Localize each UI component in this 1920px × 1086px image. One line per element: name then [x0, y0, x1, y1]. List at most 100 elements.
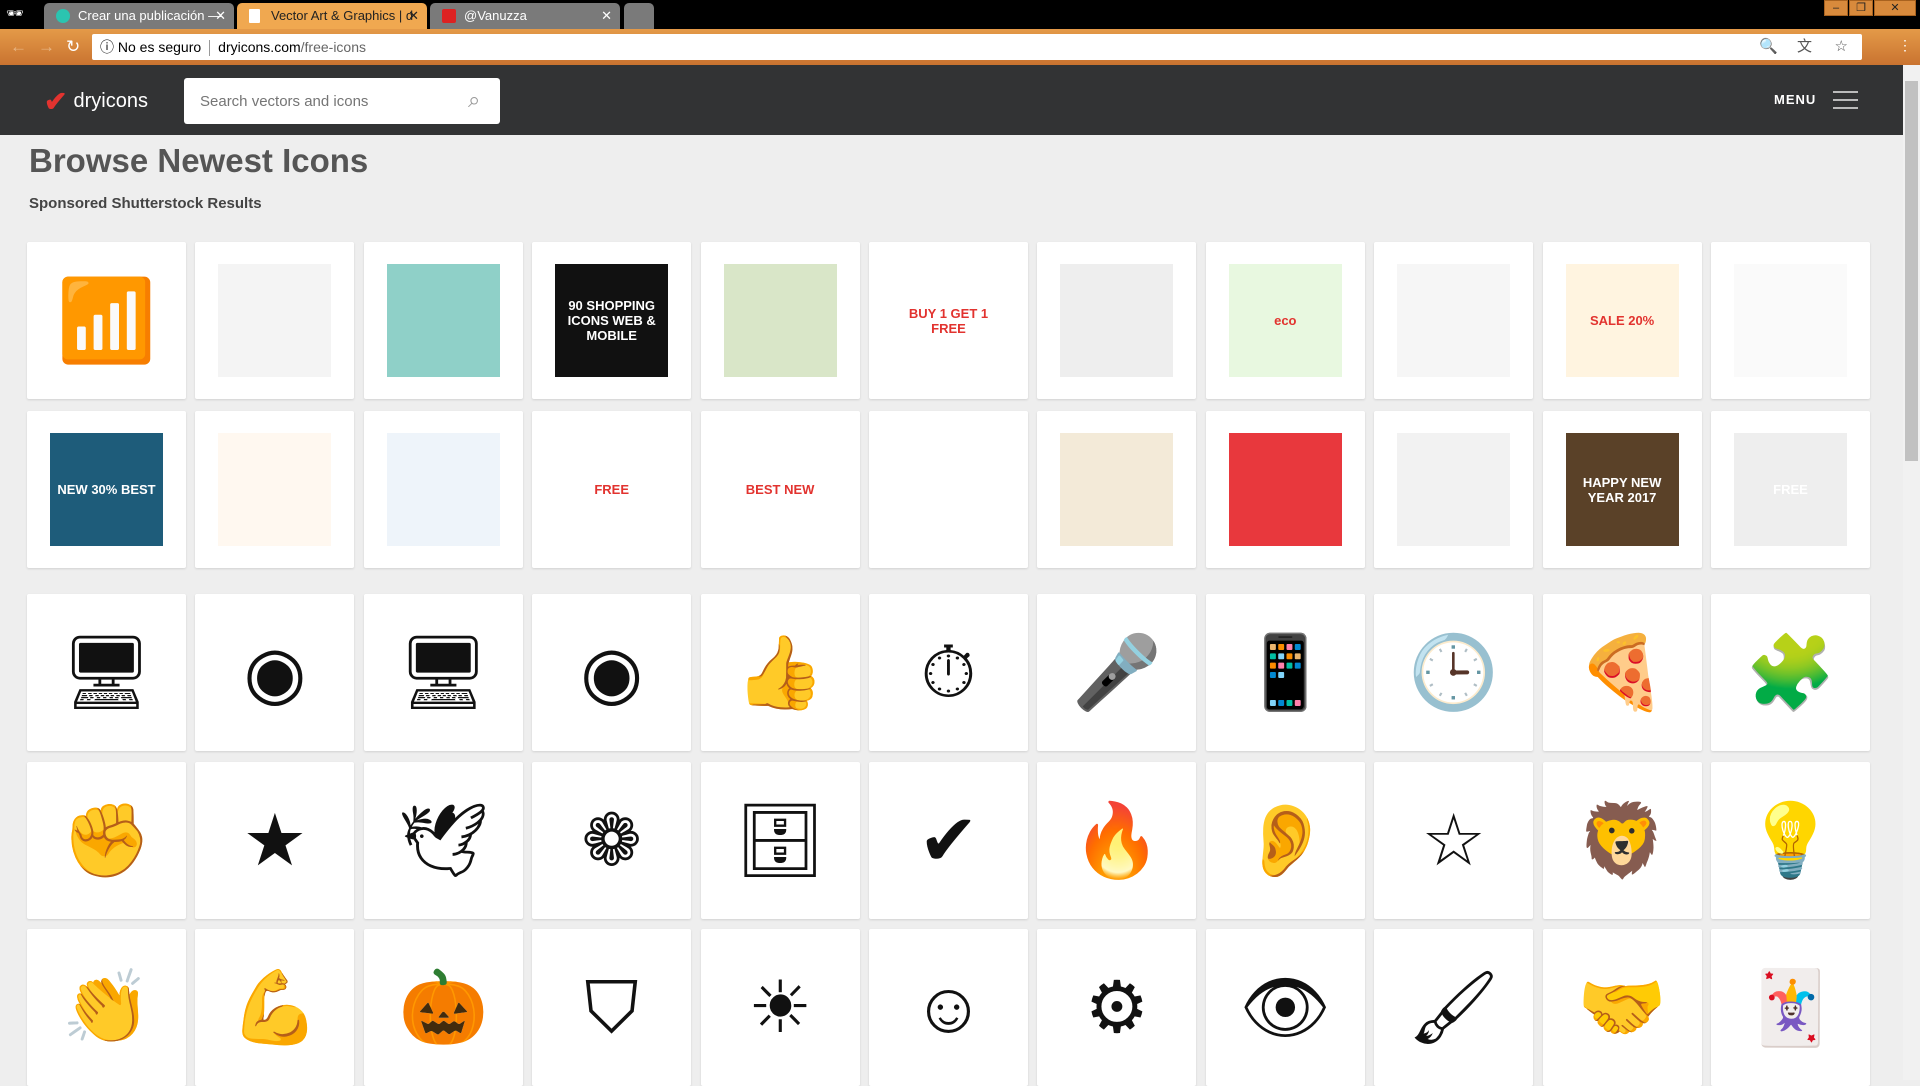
logo[interactable]: ✔ dryicons	[44, 85, 148, 118]
icon-item-checkmark[interactable]: ✔	[869, 762, 1028, 919]
sponsored-item-shopping-icons[interactable]: 90 SHOPPING ICONS WEB & MOBILE	[532, 242, 692, 399]
sponsored-item-red-ribbons[interactable]	[1037, 411, 1197, 568]
tab-vector-art[interactable]: Vector Art & Graphics | d ✕	[237, 3, 427, 29]
icon-item-sun[interactable]: ☀	[700, 929, 860, 1086]
icon-item-smiley[interactable]: ☺	[869, 929, 1028, 1086]
dove-icon: 🕊	[397, 800, 489, 881]
icon-item-flame[interactable]: 🔥	[1037, 762, 1197, 919]
sponsored-image	[1060, 433, 1174, 546]
icon-item-ear[interactable]: 👂	[1205, 762, 1365, 919]
superman-shield-icon: ⛉	[584, 967, 639, 1048]
sponsored-image	[1734, 264, 1847, 377]
sponsored-item-no-gluten[interactable]	[1374, 411, 1534, 568]
sponsored-item-buy-get-free[interactable]: BUY 1 GET 1 FREE	[869, 242, 1028, 399]
close-tab-icon[interactable]: ✕	[408, 3, 419, 29]
reload-button[interactable]: ↻	[66, 37, 80, 57]
hamburger-icon[interactable]	[1833, 91, 1858, 109]
icon-item-handshake[interactable]: 🤝	[1542, 929, 1702, 1086]
search-input[interactable]	[184, 78, 500, 124]
close-tab-icon[interactable]: ✕	[215, 3, 226, 29]
sponsored-item-eco-labels[interactable]: eco	[1205, 242, 1365, 399]
icon-item-paintbrush[interactable]: 🖌	[1374, 929, 1534, 1086]
sponsored-item-wifi[interactable]: 📶	[27, 242, 186, 399]
sponsored-item-globes[interactable]	[1037, 242, 1197, 399]
icon-item-jester-hat[interactable]: 🃏	[1711, 929, 1870, 1086]
calendar-icon	[442, 9, 456, 23]
minimize-button[interactable]: –	[1824, 0, 1848, 16]
sponsored-image	[1397, 264, 1511, 377]
incognito-icon: 🕶	[6, 5, 24, 21]
sponsored-item-blue-line-icons[interactable]	[363, 411, 523, 568]
address-bar[interactable]: ⓘ No es seguro dryicons.com/free-icons 🔍 …	[92, 34, 1862, 60]
translate-icon[interactable]: ⽂	[1797, 34, 1812, 60]
info-icon[interactable]: ⓘ	[100, 39, 114, 55]
tab-crear-publicacion[interactable]: Crear una publicación — ✕	[44, 3, 234, 29]
sponsored-item-icon-set-grey[interactable]	[195, 242, 355, 399]
forward-button[interactable]: →	[38, 37, 55, 57]
icon-item-smartphone[interactable]: 📱	[1205, 594, 1365, 751]
icon-item-star[interactable]: ★	[195, 762, 355, 919]
browser-menu-icon[interactable]: ⋮	[1898, 37, 1912, 54]
icon-item-clapping-hands[interactable]: 👏	[27, 929, 186, 1086]
restore-button[interactable]: ❐	[1849, 0, 1873, 16]
sponsored-item-red-arrow-stickers[interactable]: BEST NEW	[700, 411, 860, 568]
icon-item-monitor[interactable]: 🖥	[27, 594, 186, 751]
gears-icon: ⚙	[1084, 967, 1150, 1048]
bookmark-star-icon[interactable]: ☆	[1835, 34, 1848, 60]
new-tab-button[interactable]	[624, 3, 654, 29]
sponsored-item-free-burst[interactable]: FREE	[532, 411, 692, 568]
icon-item-pumpkin[interactable]: 🎃	[363, 929, 523, 1086]
icon-item-gears[interactable]: ⚙	[1037, 929, 1197, 1086]
icon-item-lightbulb[interactable]: 💡	[1711, 762, 1870, 919]
tab-vanuzza[interactable]: @Vanuzza ✕	[430, 3, 620, 29]
sponsored-item-free-tag[interactable]: FREE	[1711, 411, 1870, 568]
icon-item-puzzle-piece[interactable]: 🧩	[1711, 594, 1870, 751]
smiley-icon: ☺	[911, 967, 986, 1048]
icon-item-user-star[interactable]: ☆	[1374, 762, 1534, 919]
icon-item-pizza-slice[interactable]: 🍕	[1542, 594, 1702, 751]
icon-item-superman-shield[interactable]: ⛉	[532, 929, 692, 1086]
close-window-button[interactable]: ✕	[1874, 0, 1916, 16]
sponsored-item-stickers-green[interactable]	[700, 242, 860, 399]
flame-icon: 🔥	[1072, 800, 1162, 881]
sponsored-item-outline-icons[interactable]	[1711, 242, 1870, 399]
icon-item-lion[interactable]: 🦁	[1542, 762, 1702, 919]
close-tab-icon[interactable]: ✕	[601, 3, 612, 29]
icon-item-stopwatch[interactable]: ⏱	[869, 594, 1028, 751]
sponsored-item-price-badges[interactable]: NEW 30% BEST	[27, 411, 186, 568]
thumbs-up-icon: 👍	[735, 632, 825, 713]
scrollbar[interactable]	[1903, 65, 1920, 1080]
sun-icon: ☀	[747, 967, 813, 1048]
flexed-bicep-icon: 💪	[230, 967, 320, 1048]
sponsored-item-sale-stickers[interactable]: SALE 20%	[1542, 242, 1702, 399]
scrollbar-thumb[interactable]	[1905, 81, 1918, 461]
icon-item-map-pin[interactable]: ◉	[195, 594, 355, 751]
sponsored-item-paper-planes[interactable]	[869, 411, 1028, 568]
menu-button[interactable]: MENU	[1774, 92, 1816, 107]
icon-item-monitor[interactable]: 🖥	[363, 594, 523, 751]
icon-item-flexed-bicep[interactable]: 💪	[195, 929, 355, 1086]
sponsored-image: 90 SHOPPING ICONS WEB & MOBILE	[555, 264, 669, 377]
sponsored-item-happy-new-year-wood[interactable]: HAPPY NEW YEAR 2017	[1542, 411, 1702, 568]
back-button[interactable]: ←	[10, 37, 27, 57]
sponsored-item-line-icons[interactable]	[1374, 242, 1534, 399]
sponsored-image: SALE 20%	[1565, 264, 1679, 377]
ear-icon: 👂	[1240, 800, 1331, 881]
sponsored-item-badges-retro[interactable]	[363, 242, 523, 399]
icon-item-dove[interactable]: 🕊	[363, 762, 523, 919]
icon-item-map-pin[interactable]: ◉	[532, 594, 692, 751]
icon-item-clock[interactable]: 🕒	[1374, 594, 1534, 751]
divider	[209, 40, 211, 57]
search-icon[interactable]: ⌕	[468, 87, 480, 113]
icon-item-thumbs-up[interactable]: 👍	[700, 594, 860, 751]
zoom-icon[interactable]: 🔍	[1759, 34, 1778, 60]
sponsored-item-colorful-buttons[interactable]	[195, 411, 355, 568]
icon-item-cabinet[interactable]: 🗄	[700, 762, 860, 919]
sponsored-item-people-group[interactable]	[1205, 411, 1365, 568]
sponsored-image: BUY 1 GET 1 FREE	[892, 264, 1005, 377]
icon-item-raised-fist[interactable]: ✊	[27, 762, 186, 919]
icon-item-eye[interactable]: 👁	[1205, 929, 1365, 1086]
icon-item-microphone[interactable]: 🎤	[1037, 594, 1197, 751]
browser-toolbar: ← → ↻ ⓘ No es seguro dryicons.com/free-ic…	[0, 29, 1920, 65]
icon-item-rose[interactable]: ❁	[532, 762, 692, 919]
